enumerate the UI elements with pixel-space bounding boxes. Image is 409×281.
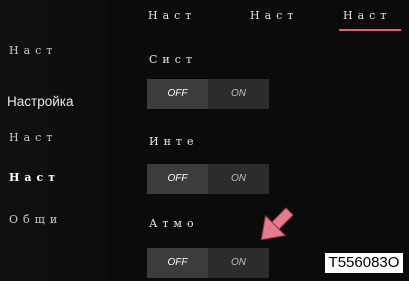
toggle-1[interactable]: OFF ON: [147, 79, 269, 109]
pointer-arrow-icon: [260, 207, 294, 241]
toggle-2-on[interactable]: ON: [208, 164, 269, 194]
tab-3-active[interactable]: Наст: [343, 8, 391, 24]
toggle-1-off[interactable]: OFF: [147, 79, 208, 109]
toggle-1-on[interactable]: ON: [208, 79, 269, 109]
tab-2[interactable]: Наст: [250, 8, 298, 24]
tab-1[interactable]: Наст: [148, 8, 196, 24]
sidebar-item-4[interactable]: Наст: [0, 170, 109, 186]
sidebar: Наст Настройка Наст Наст Общи: [0, 0, 108, 281]
active-tab-indicator: [339, 29, 401, 31]
sidebar-item-3[interactable]: Наст: [0, 130, 109, 146]
setting-label-1: Сист: [149, 53, 197, 66]
toggle-2-off[interactable]: OFF: [147, 164, 208, 194]
tab-bar: Наст Наст Наст: [0, 0, 409, 40]
sidebar-item-wifi[interactable]: Настройка: [0, 94, 107, 116]
sidebar-item-1[interactable]: Наст: [0, 43, 109, 59]
toggle-3[interactable]: OFF ON: [147, 248, 269, 278]
setting-label-3: Инте: [149, 135, 199, 148]
sidebar-item-5[interactable]: Общи: [0, 212, 109, 228]
toggle-3-off[interactable]: OFF: [147, 248, 208, 278]
toggle-3-on[interactable]: ON: [208, 248, 269, 278]
setting-label-4: Атмо: [149, 217, 199, 230]
reference-code: T556083O: [325, 253, 403, 273]
toggle-2[interactable]: OFF ON: [147, 164, 269, 194]
